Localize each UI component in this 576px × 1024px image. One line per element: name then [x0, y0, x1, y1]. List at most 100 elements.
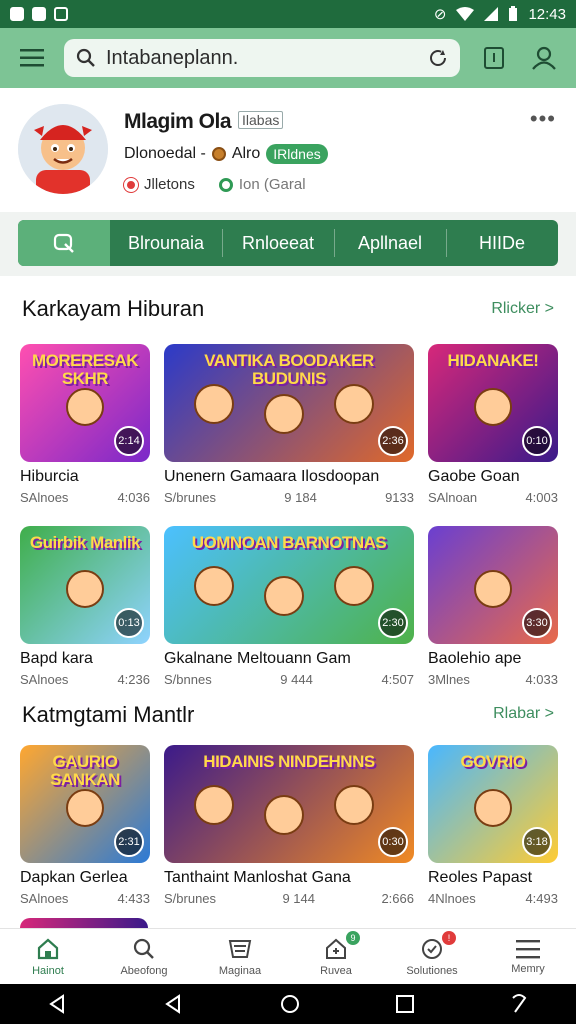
nav-home[interactable]: Hainot: [0, 929, 96, 984]
game-card[interactable]: MORERESAK SKHR 2:14 Hiburcia SAlnoes 4:036: [20, 344, 150, 505]
game-art-title: Guirbik Manlik: [29, 533, 141, 552]
menu-button[interactable]: [14, 40, 50, 76]
game-card[interactable]: HIDANAKE! 0:10 Gaobe Goan SAlnoan 4:003: [428, 344, 558, 505]
avatar[interactable]: [18, 104, 108, 194]
game-meta-right: 4:433: [117, 891, 150, 906]
character-illustration: [194, 384, 234, 424]
duration-badge: 3:18: [522, 827, 552, 857]
nav-notifications-label: Solutiones: [406, 964, 458, 977]
duration-badge: 2:36: [378, 426, 408, 456]
game-thumbnail[interactable]: MORERESAK SKHR 2:14: [20, 344, 150, 462]
app-bar: Intabaneplann.: [0, 28, 576, 88]
game-meta-right: 4:036: [117, 490, 150, 505]
duration-badge: 2:14: [114, 426, 144, 456]
recents-icon[interactable]: [396, 995, 414, 1013]
tab-4[interactable]: HIIDe: [446, 228, 558, 257]
nav-notifications[interactable]: ! Solutiones: [384, 929, 480, 984]
game-title: Unenern Gamaara Ilosdoopan: [164, 468, 380, 485]
game-meta-left: S/brunes: [164, 891, 217, 906]
search-icon: [133, 938, 154, 959]
hamburger-icon: [20, 49, 44, 67]
system-nav-bar: [0, 984, 576, 1024]
nav-home-label: Hainot: [32, 964, 64, 977]
tab-home[interactable]: [18, 220, 110, 266]
game-thumbnail[interactable]: VANTIKA BOODAKER BUDUNIS 2:36: [164, 344, 414, 462]
back-icon-2[interactable]: [164, 994, 184, 1014]
notification-app-icon-3: [54, 7, 68, 21]
tabs-area: Blrounaia Rnloeeat Apllnael HIIDe: [0, 212, 576, 276]
game-meta: 4Nlnoes 4:493: [428, 891, 558, 906]
bottom-nav: Hainot Abeofong Maginaa 9 Ruvea ! Soluti…: [0, 928, 576, 984]
game-row-1: MORERESAK SKHR 2:14 Hiburcia SAlnoes 4:036 VA…: [0, 344, 576, 514]
character-illustration: [474, 388, 512, 426]
section-link-2[interactable]: Rlabar >: [493, 705, 554, 723]
nav-menu[interactable]: Memry: [480, 929, 576, 984]
nav-house[interactable]: 9 Ruvea: [288, 929, 384, 984]
circle-icon: [218, 177, 233, 192]
nav-search[interactable]: Abeofong: [96, 929, 192, 984]
gamepad-icon: [53, 233, 74, 253]
game-art-title: GOVRIO: [460, 752, 526, 771]
game-thumbnail[interactable]: 3:30: [428, 526, 558, 644]
record-icon: [124, 177, 138, 192]
back-icon[interactable]: [48, 994, 68, 1014]
game-meta-mid: 9 144: [282, 891, 316, 906]
game-meta: S/brunes 9 184 9133: [164, 490, 414, 505]
game-meta: SAlnoan 4:003: [428, 490, 558, 505]
house-badge-icon: [326, 938, 346, 959]
user-icon: [532, 46, 556, 70]
game-thumbnail[interactable]: GOVRIO 3:18: [428, 745, 558, 863]
profile-level-line: Dlonoedal - Alro IRldnes: [124, 144, 328, 164]
profile-header: Mlagim Ola Ilabas ••• Dlonoedal - Alro I…: [0, 88, 576, 212]
game-title: Baolehio ape: [428, 650, 522, 667]
game-thumbnail[interactable]: UOMNOAN BARNOTNAS 2:30: [164, 526, 414, 644]
game-thumbnail[interactable]: GAURIO SANKAN 2:31: [20, 745, 150, 863]
game-meta-right: 4:003: [525, 490, 558, 505]
game-card[interactable]: 3:30 Baolehio ape 3Mlnes 4:033: [428, 526, 558, 687]
nav-cart[interactable]: Maginaa: [192, 929, 288, 984]
game-meta-right: 9133: [385, 490, 414, 505]
home-circle-icon[interactable]: [280, 994, 300, 1014]
character-illustration: [264, 795, 304, 835]
profile-button[interactable]: [526, 40, 562, 76]
character-illustration: [474, 789, 512, 827]
assist-icon[interactable]: [510, 994, 528, 1014]
game-card[interactable]: VANTIKA BOODAKER BUDUNIS 2:36 Unenern Gama…: [164, 344, 414, 505]
game-art-title: UOMNOAN BARNOTNAS: [191, 533, 387, 552]
tab-3[interactable]: Apllnael: [334, 228, 446, 257]
section-link-1[interactable]: Rlicker >: [491, 300, 554, 318]
refresh-icon[interactable]: [428, 48, 448, 68]
game-card[interactable]: GAURIO SANKAN 2:31 Dapkan Gerlea SAlnoes 4:4…: [20, 745, 150, 906]
battery-icon: [509, 6, 518, 21]
duration-badge: 2:30: [378, 608, 408, 638]
game-card[interactable]: GOVRIO 3:18 Reoles Papast 4Nlnoes 4:493: [428, 745, 558, 906]
info-button[interactable]: [476, 40, 512, 76]
game-meta-right: 4:493: [525, 891, 558, 906]
search-icon: [76, 48, 95, 67]
game-thumbnail[interactable]: Guirbik Manlik 0:13: [20, 526, 150, 644]
tab-1[interactable]: Blrounaia: [110, 233, 222, 254]
tab-2[interactable]: Rnloeeat: [222, 228, 334, 257]
duration-badge: 2:31: [114, 827, 144, 857]
game-title: Gaobe Goan: [428, 468, 520, 485]
game-meta-left: S/brunes: [164, 490, 217, 505]
game-thumbnail[interactable]: HIDAINIS NINDEHNNS 0:30: [164, 745, 414, 863]
next-card-peek: [20, 918, 148, 928]
game-meta: 3Mlnes 4:033: [428, 672, 558, 687]
game-meta-right: 4:236: [117, 672, 150, 687]
game-card[interactable]: Guirbik Manlik 0:13 Bapd kara SAlnoes 4:236: [20, 526, 150, 687]
game-card[interactable]: HIDAINIS NINDEHNNS 0:30 Tanthaint Manlosha…: [164, 745, 414, 906]
more-options-icon[interactable]: •••: [530, 106, 556, 132]
clock: 12:43: [528, 5, 566, 23]
game-thumbnail[interactable]: HIDANAKE! 0:10: [428, 344, 558, 462]
search-input[interactable]: Intabaneplann.: [64, 39, 460, 77]
wifi-icon: [456, 7, 475, 21]
character-illustration: [334, 384, 374, 424]
game-card[interactable]: UOMNOAN BARNOTNAS 2:30 Gkalnane Meltouann …: [164, 526, 414, 687]
game-meta: SAlnoes 4:433: [20, 891, 150, 906]
duration-badge: 3:30: [522, 608, 552, 638]
nav-house-badge: 9: [346, 931, 360, 945]
duration-badge: 0:13: [114, 608, 144, 638]
game-meta: SAlnoes 4:236: [20, 672, 150, 687]
game-art-title: GAURIO SANKAN: [50, 752, 120, 789]
